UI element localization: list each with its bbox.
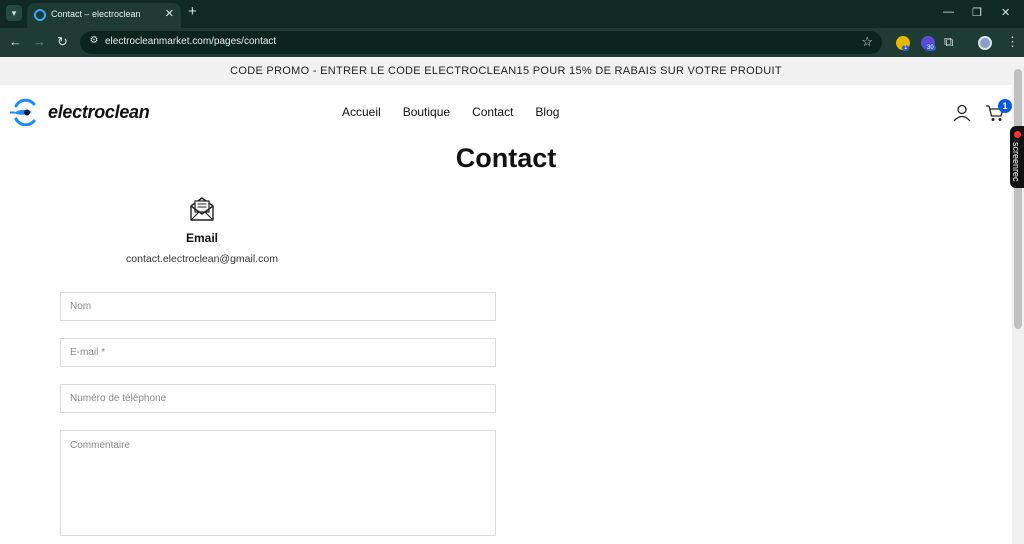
brand-name[interactable]: electroclean xyxy=(48,102,150,123)
close-tab-icon[interactable]: ✕ xyxy=(165,7,174,20)
nav-boutique[interactable]: Boutique xyxy=(403,105,450,119)
browser-tab-bar: ▾ Contact – electroclean ✕ + — ❐ ✕ xyxy=(0,0,1024,28)
bookmark-star-icon[interactable]: ☆ xyxy=(861,34,873,50)
email-address[interactable]: contact.electroclean@gmail.com xyxy=(100,253,304,265)
phone-input[interactable] xyxy=(60,384,496,413)
extension-badge-2: 30 xyxy=(925,45,936,51)
address-bar[interactable]: ⚙ electrocleanmarket.com/pages/contact ☆ xyxy=(80,31,882,54)
comment-textarea[interactable] xyxy=(60,430,496,536)
tab-title: Contact – electroclean xyxy=(51,9,141,19)
email-input[interactable] xyxy=(60,338,496,367)
record-dot-icon xyxy=(1014,131,1021,138)
main-navigation: Accueil Boutique Contact Blog xyxy=(342,105,559,119)
screenrec-widget[interactable]: screenrec xyxy=(1010,126,1024,188)
email-label: Email xyxy=(185,231,218,245)
reload-icon[interactable]: ↻ xyxy=(57,34,68,50)
url-text[interactable]: electrocleanmarket.com/pages/contact xyxy=(105,36,276,47)
browser-tab-active[interactable]: Contact – electroclean ✕ xyxy=(27,3,181,28)
nav-blog[interactable]: Blog xyxy=(535,105,559,119)
minimize-icon[interactable]: — xyxy=(943,6,954,18)
restore-icon[interactable]: ❐ xyxy=(972,6,982,19)
back-icon[interactable]: ← xyxy=(9,34,22,50)
favicon-icon xyxy=(34,9,46,21)
account-icon[interactable] xyxy=(952,103,972,123)
page-title: Contact xyxy=(455,143,557,173)
cart-count-badge: 1 xyxy=(998,99,1012,113)
nav-contact[interactable]: Contact xyxy=(472,105,513,119)
browser-toolbar: ← → ↻ ⚙ electrocleanmarket.com/pages/con… xyxy=(0,28,1024,57)
screenrec-label: screenrec xyxy=(1011,142,1021,182)
extensions-puzzle-icon[interactable]: ⧉ xyxy=(944,34,953,50)
profile-avatar-icon[interactable] xyxy=(978,36,992,50)
tab-search-button[interactable]: ▾ xyxy=(6,5,22,21)
scrollbar-thumb[interactable] xyxy=(1014,69,1022,329)
browser-menu-icon[interactable]: ⋮ xyxy=(1006,34,1019,50)
site-info-icon[interactable]: ⚙ xyxy=(87,35,101,49)
new-tab-button[interactable]: + xyxy=(188,4,197,20)
name-input[interactable] xyxy=(60,292,496,321)
close-window-icon[interactable]: ✕ xyxy=(1001,6,1010,19)
forward-icon[interactable]: → xyxy=(33,34,46,50)
promo-banner: CODE PROMO - ENTRER LE CODE ELECTROCLEAN… xyxy=(0,57,1012,85)
nav-accueil[interactable]: Accueil xyxy=(342,105,381,119)
mail-icon xyxy=(190,197,214,221)
brand-logo-icon[interactable] xyxy=(10,98,40,126)
